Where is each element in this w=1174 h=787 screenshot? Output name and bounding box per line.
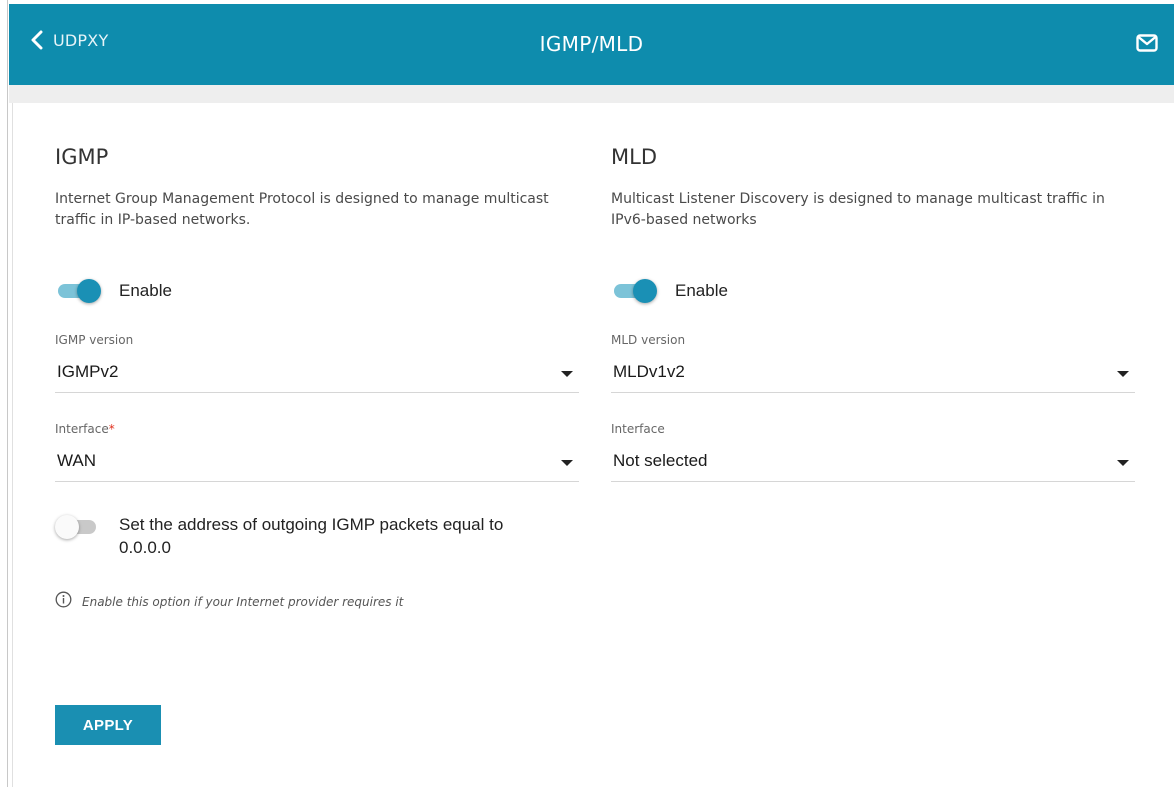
window-edge <box>7 0 8 787</box>
top-bar: UDPXY IGMP/MLD <box>9 4 1174 85</box>
igmp-interface-label: Interface <box>55 422 109 436</box>
igmp-zero-address-switch[interactable]: Set the address of outgoing IGMP packets… <box>55 514 559 559</box>
igmp-version-select[interactable]: IGMPv2 <box>55 356 579 393</box>
envelope-icon <box>1136 34 1158 56</box>
igmp-zero-address-label: Set the address of outgoing IGMP packets… <box>119 515 504 557</box>
igmp-enable-switch[interactable]: Enable <box>55 278 172 304</box>
caret-down-icon <box>1117 371 1129 377</box>
igmp-description: Internet Group Management Protocol is de… <box>55 191 549 228</box>
mld-enable-label: Enable <box>675 281 728 300</box>
required-mark: * <box>108 422 115 436</box>
toggle-knob <box>77 279 101 303</box>
mld-version-select[interactable]: MLDv1v2 <box>611 356 1135 393</box>
settings-card: IGMP Internet Group Management Protocol … <box>12 103 1174 787</box>
info-circle-icon <box>55 591 72 612</box>
igmp-zero-address-toggle[interactable] <box>55 514 101 540</box>
igmp-enable-label: Enable <box>119 281 172 300</box>
page: UDPXY IGMP/MLD IGMP Internet Group Manag… <box>0 0 1174 787</box>
igmp-zero-address-hint: Enable this option if your Internet prov… <box>55 591 403 612</box>
mld-title: MLD <box>611 145 657 169</box>
mld-version-value: MLDv1v2 <box>613 362 685 381</box>
toggle-knob <box>55 515 79 539</box>
igmp-interface-value: WAN <box>57 451 97 470</box>
toggle-knob <box>633 279 657 303</box>
mld-interface-value: Not selected <box>613 451 708 470</box>
igmp-version-value: IGMPv2 <box>57 362 119 381</box>
page-title: IGMP/MLD <box>539 32 644 56</box>
caret-down-icon <box>561 371 573 377</box>
mld-enable-switch[interactable]: Enable <box>611 278 728 304</box>
mld-interface-label: Interface <box>611 422 665 436</box>
mld-version-label: MLD version <box>611 333 686 347</box>
igmp-title: IGMP <box>55 145 109 169</box>
mld-enable-toggle[interactable] <box>611 278 657 304</box>
mld-description: Multicast Listener Discovery is designed… <box>611 191 1105 228</box>
apply-button[interactable]: APPLY <box>55 705 161 745</box>
igmp-interface-select[interactable]: WAN <box>55 445 579 482</box>
caret-down-icon <box>561 460 573 466</box>
caret-down-icon <box>1117 460 1129 466</box>
hint-text: Enable this option if your Internet prov… <box>82 594 404 609</box>
igmp-enable-toggle[interactable] <box>55 278 101 304</box>
igmp-version-label: IGMP version <box>55 333 134 347</box>
igmp-interface-label-wrap: Interface* <box>55 422 115 436</box>
content-gutter <box>9 85 1174 103</box>
mld-interface-select[interactable]: Not selected <box>611 445 1135 482</box>
messages-button[interactable] <box>1136 34 1158 56</box>
